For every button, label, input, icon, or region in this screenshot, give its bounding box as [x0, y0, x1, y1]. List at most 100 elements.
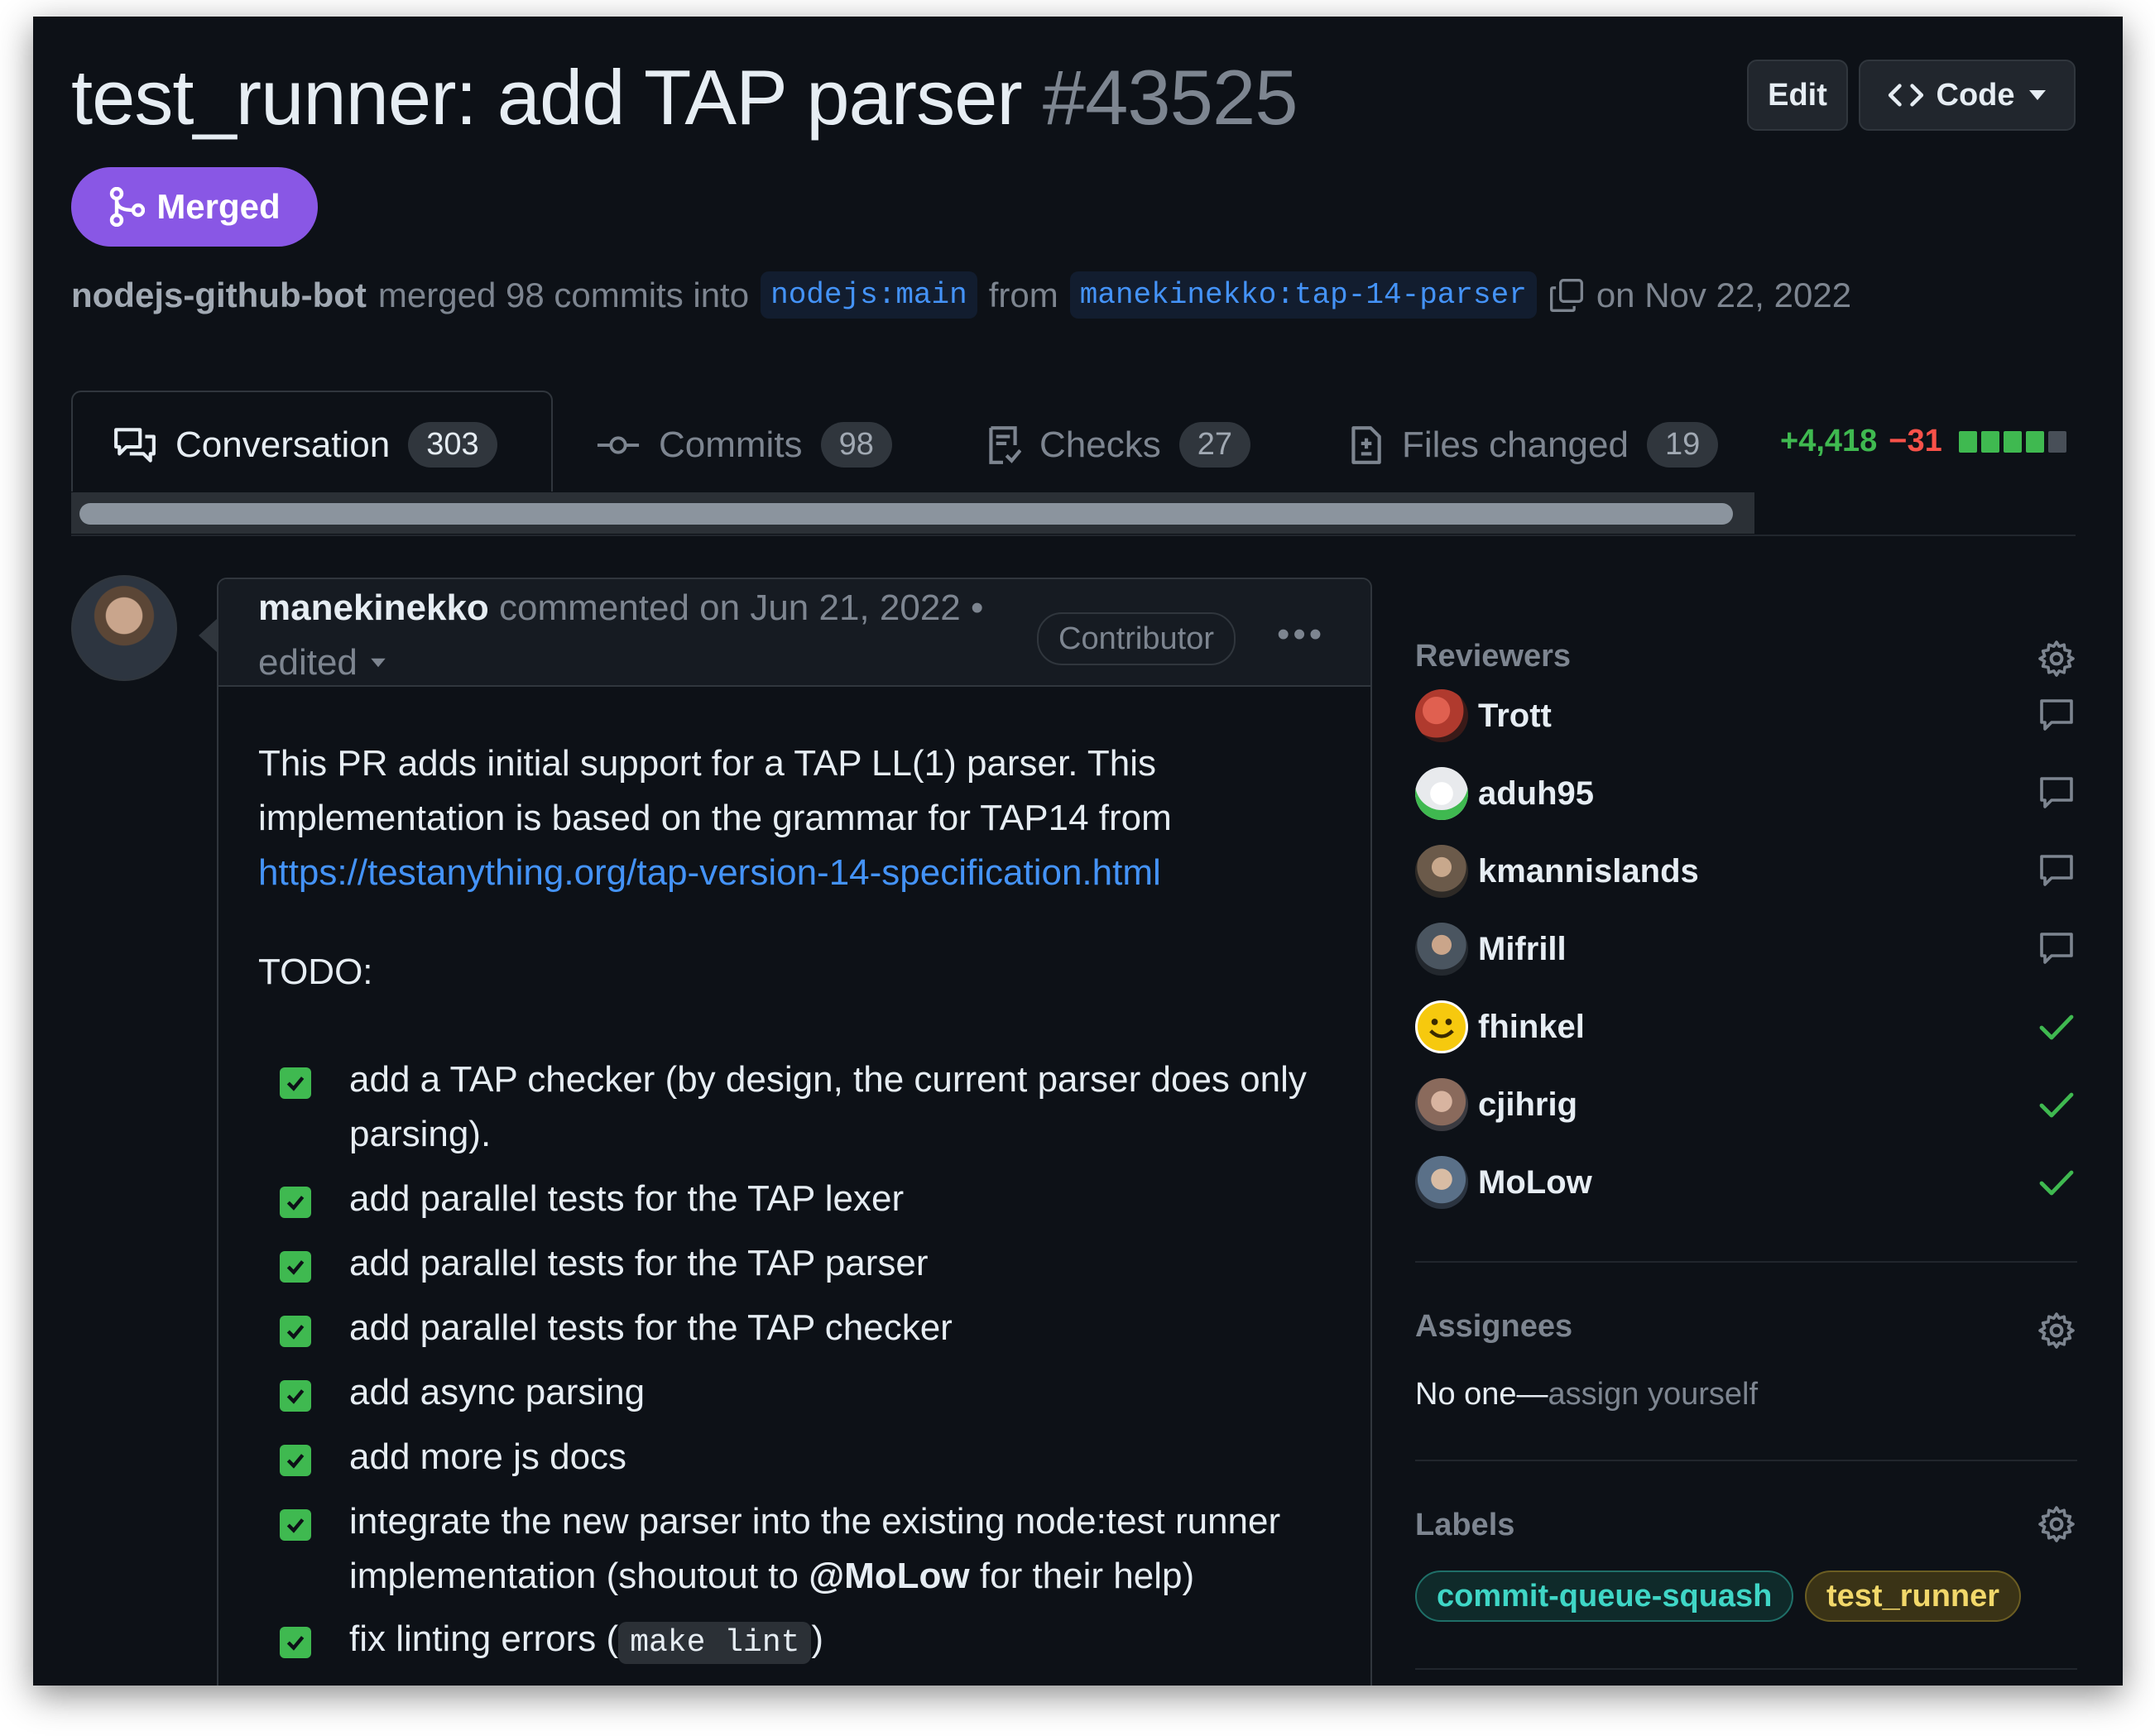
comment-icon — [2040, 933, 2073, 964]
assign-yourself-link[interactable]: assign yourself — [1548, 1377, 1758, 1412]
checkbox-checked-icon[interactable] — [280, 1187, 311, 1218]
merge-meta: nodejs-github-bot merged 98 commits into… — [71, 271, 1851, 319]
checkbox-checked-icon[interactable] — [280, 1067, 311, 1099]
gear-icon[interactable] — [2037, 639, 2076, 679]
user-mention[interactable]: @MoLow — [809, 1556, 969, 1596]
edited-dropdown[interactable]: edited — [258, 642, 387, 683]
diff-block — [2025, 430, 2044, 453]
tab-counter: 19 — [1646, 422, 1719, 468]
task-text: integrate the new parser into the existi… — [349, 1494, 1351, 1604]
inline-code: make lint — [618, 1622, 812, 1664]
check-icon — [2039, 1014, 2074, 1040]
merged-label: Merged — [156, 187, 281, 226]
comment-icon — [2040, 777, 2073, 808]
tab-checks[interactable]: Checks 27 — [985, 422, 1250, 468]
tab-counter: 27 — [1178, 422, 1250, 468]
commenter-name[interactable]: manekinekko — [258, 587, 489, 628]
tab-conversation[interactable]: Conversation 303 — [113, 422, 497, 468]
git-merge-icon — [110, 187, 146, 227]
gear-icon[interactable] — [2037, 1504, 2076, 1544]
reviewer-name: fhinkel — [1478, 1008, 1585, 1045]
contributor-badge: Contributor — [1037, 612, 1236, 665]
commenter-avatar[interactable] — [71, 575, 177, 681]
checkbox-checked-icon[interactable] — [280, 1627, 311, 1658]
reviewer-row[interactable]: kmannislands — [1415, 844, 2077, 899]
caret-down-icon — [371, 658, 386, 668]
diff-deletions: −31 — [1889, 424, 1942, 458]
merge-text: merged 98 commits into — [377, 275, 750, 314]
reviewer-avatar — [1415, 845, 1468, 898]
reviewer-row[interactable]: fhinkel — [1415, 1000, 2077, 1054]
copy-icon[interactable] — [1548, 277, 1585, 314]
tabs-divider — [71, 535, 2076, 536]
reviewer-avatar — [1415, 1078, 1468, 1131]
tab-files-changed[interactable]: Files changed 19 — [1347, 422, 1719, 468]
checkbox-checked-icon[interactable] — [280, 1251, 311, 1283]
git-commit-icon — [597, 435, 640, 454]
diff-block — [1958, 430, 1977, 453]
no-assignee-text: No one— — [1415, 1377, 1548, 1412]
merger-link[interactable]: nodejs-github-bot — [71, 276, 367, 315]
diff-blocks — [1958, 430, 2066, 453]
tab-commits[interactable]: Commits 98 — [596, 422, 892, 468]
reviewer-avatar — [1415, 689, 1468, 742]
tab-counter: 303 — [408, 422, 497, 468]
checkbox-checked-icon[interactable] — [280, 1380, 311, 1412]
file-diff-icon — [1351, 425, 1381, 464]
edit-button[interactable]: Edit — [1747, 60, 1848, 131]
kebab-menu-icon[interactable]: ••• — [1277, 614, 1325, 655]
diffstat: +4,418 −31 — [1780, 424, 2066, 459]
reviewer-row[interactable]: Mifrill — [1415, 922, 2077, 976]
code-icon — [1888, 84, 1923, 107]
sidebar-divider — [1415, 1668, 2077, 1670]
reviewer-row[interactable]: cjihrig — [1415, 1077, 2077, 1132]
reviewer-avatar — [1415, 1156, 1468, 1209]
reviewer-name: aduh95 — [1478, 774, 1595, 812]
comment-paragraph: This PR adds initial support for a TAP L… — [258, 743, 1172, 838]
tab-label: Files changed — [1402, 424, 1629, 465]
tab-label: Commits — [659, 424, 803, 465]
check-icon — [2039, 1170, 2074, 1196]
sidebar-divider — [1415, 1261, 2077, 1263]
reviewer-avatar — [1415, 923, 1468, 976]
reviewer-avatar — [1415, 1000, 1468, 1053]
reviewer-name: Mifrill — [1478, 930, 1567, 967]
reviewer-name: cjihrig — [1478, 1086, 1578, 1123]
tab-counter: 98 — [820, 422, 892, 468]
checkbox-checked-icon[interactable] — [280, 1316, 311, 1347]
diff-block — [2003, 430, 2022, 453]
code-button-label: Code — [1936, 77, 2015, 113]
comment-icon — [2040, 699, 2073, 731]
label-commit-queue-squash[interactable]: commit-queue-squash — [1415, 1571, 1794, 1622]
reviewers-heading: Reviewers — [1415, 639, 1572, 674]
checkbox-checked-icon[interactable] — [280, 1509, 311, 1541]
tabs-scrollbar-thumb[interactable] — [79, 503, 1733, 525]
gear-icon[interactable] — [2037, 1311, 2076, 1350]
reviewer-name: kmannislands — [1478, 852, 1699, 890]
from-text: from — [988, 275, 1058, 314]
assignees-heading: Assignees — [1415, 1309, 1573, 1344]
diff-block — [2047, 430, 2066, 453]
base-branch[interactable]: nodejs:main — [761, 271, 977, 319]
merge-date: on Nov 22, 2022 — [1596, 275, 1852, 314]
reviewer-row[interactable]: Trott — [1415, 688, 2077, 743]
reviewer-row[interactable]: MoLow — [1415, 1155, 2077, 1210]
comment-discussion-icon — [114, 427, 156, 463]
label-test-runner[interactable]: test_runner — [1805, 1571, 2022, 1622]
tab-label: Checks — [1039, 424, 1161, 465]
merged-state-badge: Merged — [71, 167, 318, 247]
task-text: fix linting errors (make lint) — [349, 1612, 1351, 1671]
task-text: add parallel tests for the TAP lexer — [349, 1178, 905, 1219]
diff-additions: +4,418 — [1780, 424, 1878, 458]
checklist-icon — [989, 425, 1021, 464]
code-button[interactable]: Code — [1859, 60, 2076, 131]
spec-link[interactable]: https://testanything.org/tap-version-14-… — [258, 852, 1161, 893]
reviewer-row[interactable]: aduh95 — [1415, 766, 2077, 821]
page-title: test_runner: add TAP parser #43525 — [71, 53, 1298, 142]
task-text: add more js docs — [349, 1436, 627, 1477]
task-text-after: for their help) — [979, 1556, 1195, 1596]
head-branch[interactable]: manekinekko:tap-14-parser — [1069, 271, 1537, 319]
todo-heading: TODO: — [258, 952, 373, 992]
checkbox-checked-icon[interactable] — [280, 1445, 311, 1476]
comment-pointer — [199, 619, 217, 652]
